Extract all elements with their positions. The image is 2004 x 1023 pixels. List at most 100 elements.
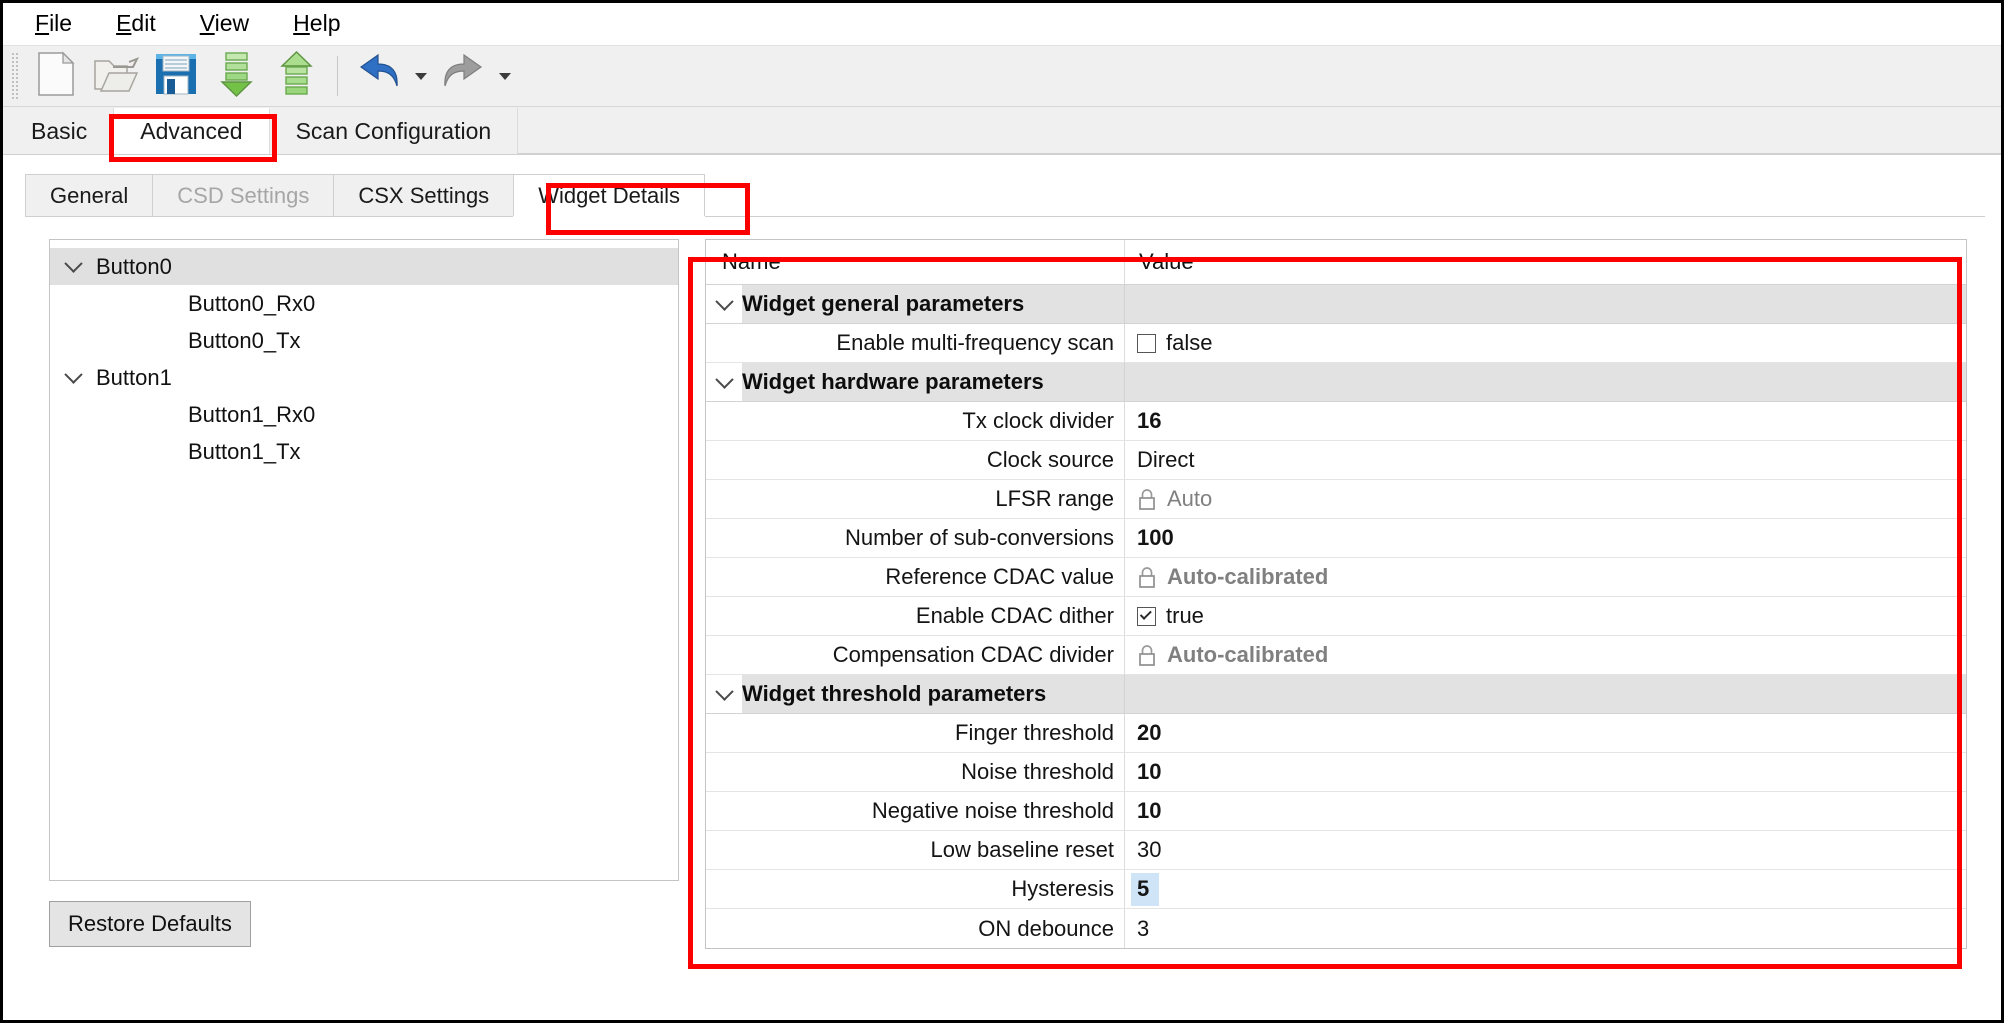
tree-item-button0-rx0[interactable]: Button0_Rx0 xyxy=(50,285,678,322)
group-name-cell: Widget threshold parameters xyxy=(706,675,1124,713)
collapse-chevron-icon[interactable] xyxy=(706,291,742,311)
property-row-compensation-cdac-divider[interactable]: Compensation CDAC divider Auto-calibrate… xyxy=(706,636,1966,675)
property-value[interactable]: 5 xyxy=(1124,870,1966,908)
menu-bar: File Edit View Help xyxy=(3,3,2001,45)
menu-item-help[interactable]: Help xyxy=(271,7,362,40)
save-icon xyxy=(154,52,198,101)
property-name: ON debounce xyxy=(978,915,1114,941)
property-value[interactable]: 100 xyxy=(1124,519,1966,557)
group-row-widget-hardware-parameters[interactable]: Widget hardware parameters xyxy=(706,363,1966,402)
capsense-configurator-window: File Edit View Help Basic Advanced Scan … xyxy=(0,0,2004,1023)
property-value[interactable]: Direct xyxy=(1124,441,1966,479)
property-name: Tx clock divider xyxy=(962,408,1114,433)
undo-dropdown-button[interactable] xyxy=(410,49,432,103)
tree-item-label: Button0_Tx xyxy=(188,327,301,353)
redo-button[interactable] xyxy=(434,49,492,103)
property-value[interactable]: 30 xyxy=(1124,831,1966,869)
toolbar-grip[interactable] xyxy=(11,52,19,100)
selected-value-cell[interactable]: 5 xyxy=(1131,872,1160,906)
menu-item-view[interactable]: View xyxy=(178,7,271,40)
property-row-enable-multi-frequency-scan[interactable]: Enable multi-frequency scan false xyxy=(706,324,1966,363)
property-value[interactable]: 10 xyxy=(1124,753,1966,791)
column-header-name: Name xyxy=(722,249,781,274)
restore-defaults-label: Restore Defaults xyxy=(68,911,232,936)
primary-tab-bar: Basic Advanced Scan Configuration xyxy=(3,107,2001,155)
tree-item-button0-tx[interactable]: Button0_Tx xyxy=(50,322,678,359)
import-button[interactable] xyxy=(207,49,265,103)
widget-tree[interactable]: Button0 Button0_Rx0 Button0_Tx Button1 B… xyxy=(49,239,679,881)
tree-item-button1-tx[interactable]: Button1_Tx xyxy=(50,433,678,470)
import-down-arrow-icon xyxy=(216,51,256,102)
property-row-reference-cdac-value[interactable]: Reference CDAC value Auto-calibrated xyxy=(706,558,1966,597)
property-value-text: false xyxy=(1166,330,1213,355)
property-row-clock-source[interactable]: Clock source Direct xyxy=(706,441,1966,480)
tree-item-label: Button1_Tx xyxy=(188,438,301,464)
open-folder-icon xyxy=(93,53,140,100)
tab-general[interactable]: General xyxy=(25,174,154,216)
toolbar-separator xyxy=(337,56,338,96)
property-grid-wrapper: Name Value Widget general parameters Ena… xyxy=(705,239,1967,949)
menu-item-file[interactable]: File xyxy=(13,7,94,40)
tree-item-label: Button0_Rx0 xyxy=(188,290,316,316)
property-value[interactable]: 3 xyxy=(1124,909,1966,948)
collapse-chevron-icon[interactable] xyxy=(706,369,742,389)
property-row-low-baseline-reset[interactable]: Low baseline reset 30 xyxy=(706,831,1966,870)
tree-item-button1[interactable]: Button1 xyxy=(50,359,678,396)
property-row-hysteresis[interactable]: Hysteresis 5 xyxy=(706,870,1966,909)
expand-chevron-icon[interactable] xyxy=(50,254,96,273)
property-row-lfsr-range[interactable]: LFSR range Auto xyxy=(706,480,1966,519)
property-value[interactable]: Auto-calibrated xyxy=(1124,636,1966,674)
tab-general-label: General xyxy=(50,182,129,208)
save-button[interactable] xyxy=(147,49,205,103)
property-row-tx-clock-divider[interactable]: Tx clock divider 16 xyxy=(706,402,1966,441)
tree-item-label: Button1_Rx0 xyxy=(188,401,316,427)
property-name: Low baseline reset xyxy=(930,837,1114,862)
tab-widget-details[interactable]: Widget Details xyxy=(513,174,706,216)
property-value[interactable]: Auto-calibrated xyxy=(1124,558,1966,596)
property-name: LFSR range xyxy=(995,486,1114,511)
property-value[interactable]: 16 xyxy=(1124,402,1966,440)
tab-advanced-label: Advanced xyxy=(140,118,243,144)
redo-dropdown-button[interactable] xyxy=(494,49,516,103)
property-value[interactable]: false xyxy=(1124,324,1966,362)
menu-item-edit[interactable]: Edit xyxy=(94,7,178,40)
export-button[interactable] xyxy=(267,49,325,103)
property-row-noise-threshold[interactable]: Noise threshold 10 xyxy=(706,753,1966,792)
column-header-value: Value xyxy=(1124,240,1966,284)
group-name-cell: Widget general parameters xyxy=(706,285,1124,323)
property-value[interactable]: true xyxy=(1124,597,1966,635)
expand-chevron-icon[interactable] xyxy=(50,365,96,384)
tab-csx-settings[interactable]: CSX Settings xyxy=(333,174,515,216)
property-row-number-of-sub-conversions[interactable]: Number of sub-conversions 100 xyxy=(706,519,1966,558)
group-row-widget-threshold-parameters[interactable]: Widget threshold parameters xyxy=(706,675,1966,714)
tab-basic[interactable]: Basic xyxy=(5,108,115,154)
property-name: Clock source xyxy=(986,447,1114,472)
property-name: Noise threshold xyxy=(961,759,1114,784)
tree-item-button0[interactable]: Button0 xyxy=(50,248,678,285)
checkbox-checked-icon[interactable] xyxy=(1137,606,1156,626)
undo-icon xyxy=(356,52,402,101)
property-row-finger-threshold[interactable]: Finger threshold 20 xyxy=(706,714,1966,753)
toolbar xyxy=(3,45,2001,107)
tab-advanced[interactable]: Advanced xyxy=(114,108,270,154)
restore-defaults-button[interactable]: Restore Defaults xyxy=(49,901,251,947)
collapse-chevron-icon[interactable] xyxy=(706,681,742,701)
property-value[interactable]: Auto xyxy=(1124,480,1966,518)
checkbox-unchecked-icon[interactable] xyxy=(1137,333,1156,353)
open-file-button[interactable] xyxy=(87,49,145,103)
undo-button[interactable] xyxy=(350,49,408,103)
property-row-negative-noise-threshold[interactable]: Negative noise threshold 10 xyxy=(706,792,1966,831)
group-row-widget-general-parameters[interactable]: Widget general parameters xyxy=(706,285,1966,324)
group-value-cell xyxy=(1124,675,1966,713)
property-row-enable-cdac-dither[interactable]: Enable CDAC dither true xyxy=(706,597,1966,636)
property-row-on-debounce[interactable]: ON debounce 3 xyxy=(706,909,1966,948)
property-value[interactable]: 20 xyxy=(1124,714,1966,752)
property-grid: Name Value Widget general parameters Ena… xyxy=(705,239,1967,949)
tab-scan-configuration[interactable]: Scan Configuration xyxy=(269,108,519,154)
tab-bar-filler xyxy=(518,108,2001,154)
tab-csd-settings[interactable]: CSD Settings xyxy=(152,174,335,216)
tree-item-button1-rx0[interactable]: Button1_Rx0 xyxy=(50,396,678,433)
lock-icon xyxy=(1137,644,1157,666)
new-file-button[interactable] xyxy=(27,49,85,103)
property-value[interactable]: 10 xyxy=(1124,792,1966,830)
